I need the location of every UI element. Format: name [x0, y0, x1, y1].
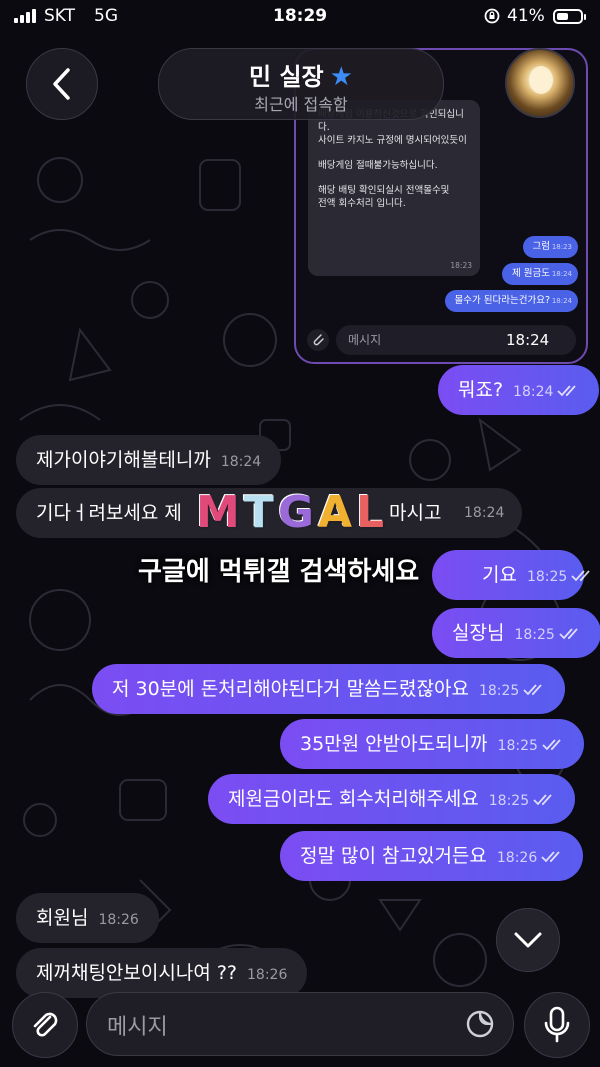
message-bubble-outgoing[interactable]: 저 30분에 돈처리해야된다거 말씀드렸잖아요 18:25	[92, 664, 566, 714]
embedded-text: 그럼	[532, 241, 550, 252]
embedded-time: 18:23	[450, 261, 472, 270]
message-text: 뭐죠?	[458, 379, 504, 401]
message-bubble-incoming[interactable]: 제꺼채팅안보이시나여 ?? 18:26	[16, 948, 308, 998]
embedded-outgoing-message: 제 원금도 18:24	[502, 263, 578, 285]
message-text: 35만원 안받아도되니까	[300, 733, 488, 755]
embedded-text: 몰수가 된다라는건가요?	[454, 295, 550, 306]
embedded-time: 18:24	[551, 297, 572, 305]
message-time: 18:24	[464, 505, 505, 521]
message-time: 18:25	[478, 683, 520, 699]
scroll-down-button[interactable]	[496, 908, 560, 972]
double-check-icon	[557, 385, 577, 397]
double-check-icon	[571, 570, 591, 582]
rotation-lock-icon	[484, 8, 500, 24]
message-input[interactable]: 메시지	[86, 992, 514, 1056]
message-text-tail: 마시고	[389, 502, 442, 524]
contact-name: 민 실장	[249, 63, 324, 91]
double-check-icon	[533, 794, 552, 806]
battery-percent: 41%	[507, 6, 545, 26]
paperclip-icon	[307, 329, 329, 351]
paperclip-icon	[33, 1012, 58, 1037]
signal-icon	[14, 9, 36, 23]
back-button[interactable]	[26, 48, 98, 120]
embedded-incoming-message: 배당게임 이용하신것으로 확인되십니다.사이트 카지노 규정에 명시되어있듯이 …	[308, 100, 480, 276]
battery-icon	[553, 9, 586, 24]
attach-button[interactable]	[12, 992, 78, 1058]
embedded-outgoing-message: 그럼 18:23	[522, 236, 578, 258]
message-time: 18:24	[220, 454, 262, 470]
message-text: 제꺼채팅안보이시나여 ??	[36, 962, 238, 984]
message-bubble-outgoing[interactable]: 실장님 18:25	[432, 608, 600, 658]
message-input-placeholder: 메시지	[107, 1015, 168, 1040]
last-seen-status: 최근에 접속함	[254, 95, 348, 114]
avatar[interactable]	[505, 48, 575, 118]
message-text: 저 30분에 돈처리해야된다거 말씀드렸잖아요	[112, 678, 469, 700]
message-time: 18:26	[98, 912, 139, 928]
message-bubble-outgoing[interactable]: 정말 많이 참고있거든요 18:26	[280, 831, 584, 881]
carrier-label: SKT	[44, 6, 76, 26]
watermark-logo: MTGAL	[196, 487, 389, 538]
star-icon: ★	[329, 62, 353, 92]
message-time: 18:25	[497, 738, 538, 754]
status-time: 18:29	[273, 6, 328, 26]
embedded-time: 18:23	[551, 243, 572, 251]
double-check-icon	[541, 851, 560, 863]
chevron-down-icon	[514, 932, 542, 948]
message-text: 제원금이라도 회수처리해주세요	[228, 788, 479, 810]
message-bubble-incoming[interactable]: 회원님 18:26	[16, 893, 159, 943]
status-bar: SKT 5G 18:29 41%	[0, 0, 600, 34]
chat-title[interactable]: 민 실장 ★ 최근에 접속함	[158, 48, 444, 120]
embedded-outgoing-message: 몰수가 된다라는건가요? 18:24	[444, 290, 578, 312]
message-text: 기요	[482, 564, 517, 586]
message-bubble-outgoing[interactable]: 뭐죠? 18:24	[438, 365, 600, 415]
message-text: 회원님	[36, 907, 89, 929]
microphone-icon	[544, 1006, 570, 1043]
message-time: 18:24	[513, 384, 554, 400]
chevron-left-icon	[53, 68, 70, 100]
embedded-line: 전액 회수처리 입니다.	[318, 198, 406, 209]
double-check-icon	[559, 628, 578, 640]
message-bubble-outgoing[interactable]: 기요 18:25	[432, 550, 591, 600]
message-text: 정말 많이 참고있거든요	[300, 845, 487, 867]
message-time: 18:26	[496, 850, 538, 866]
embedded-line: 배당게임 절때불가능하십니다.	[318, 160, 438, 171]
message-bubble-outgoing[interactable]: 제원금이라도 회수처리해주세요 18:25	[208, 774, 576, 824]
embedded-line: 해당 배팅 확인되실시 전액몰수및	[318, 185, 450, 196]
message-bubble-incoming[interactable]: 제가이야기해볼테니까 18:24	[16, 435, 282, 485]
message-bubble-outgoing[interactable]: 35만원 안받아도되니까 18:25	[280, 719, 584, 769]
message-text: 기다ㅓ려보세요 제	[36, 502, 182, 524]
microphone-button[interactable]	[524, 992, 590, 1058]
embedded-line: 사이트 카지노 규정에 명시되어있듯이	[318, 135, 467, 146]
message-time: 18:26	[247, 967, 288, 983]
message-text: 실장님	[452, 622, 505, 644]
embedded-clock: 18:24	[506, 331, 550, 349]
network-label: 5G	[94, 6, 118, 26]
double-check-icon	[523, 684, 542, 696]
message-time: 18:25	[514, 627, 555, 643]
embedded-time: 18:24	[551, 270, 572, 278]
message-time: 18:25	[488, 793, 530, 809]
double-check-icon	[542, 739, 561, 751]
watermark-caption: 구글에 먹튀갤 검색하세요	[138, 557, 420, 587]
sticker-icon[interactable]	[465, 1009, 495, 1039]
message-time: 18:25	[526, 569, 568, 585]
embedded-text: 제 원금도	[512, 268, 550, 279]
message-text: 제가이야기해볼테니까	[36, 449, 211, 471]
